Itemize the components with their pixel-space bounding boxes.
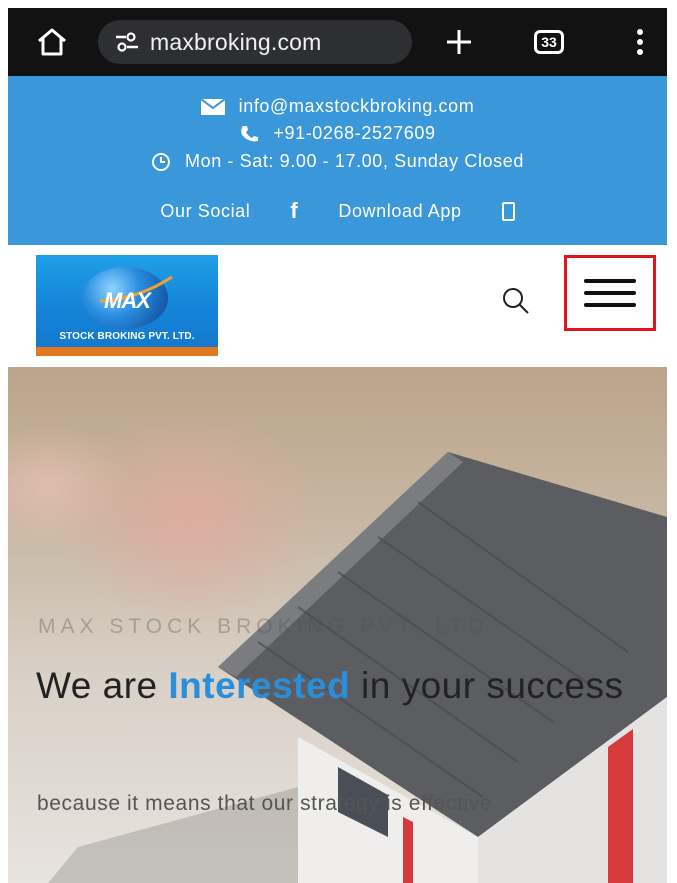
url-text: maxbroking.com: [150, 28, 322, 55]
social-row: Our Social f Download App: [8, 198, 667, 224]
hamburger-lines: [584, 271, 636, 315]
email-link[interactable]: info@maxstockbroking.com: [239, 96, 475, 117]
company-logo[interactable]: MAX STOCK BROKING PVT. LTD.: [36, 255, 218, 356]
facebook-icon[interactable]: f: [290, 198, 298, 224]
contact-bar: info@maxstockbroking.com +91-0268-252760…: [8, 76, 667, 245]
plus-icon[interactable]: [434, 8, 484, 76]
headline-post: in your success: [350, 665, 624, 706]
hero-subtitle: because it means that our strategy is ef…: [37, 792, 493, 815]
email-row: info@maxstockbroking.com: [8, 96, 667, 117]
business-hours: Mon - Sat: 9.00 - 17.00, Sunday Closed: [185, 151, 524, 171]
clock-icon: [151, 152, 171, 172]
phone-number[interactable]: +91-0268-2527609: [273, 123, 435, 144]
logo-band: [36, 347, 218, 356]
hero-eyebrow: MAX STOCK BROKING PVT. LTD.: [38, 615, 499, 638]
tab-count: 33: [534, 30, 564, 54]
download-app-link[interactable]: Download App: [338, 201, 461, 222]
headline-pre: We are: [36, 665, 169, 706]
phone-icon: [239, 124, 259, 144]
phone-app-icon[interactable]: [501, 201, 515, 221]
address-bar[interactable]: maxbroking.com: [98, 20, 412, 64]
our-social-label: Our Social: [160, 200, 251, 221]
envelope-icon: [200, 98, 225, 115]
hamburger-menu-icon[interactable]: [564, 255, 656, 331]
menu-dots-icon[interactable]: [620, 8, 660, 76]
site-settings-icon[interactable]: [114, 32, 140, 52]
site-header: MAX STOCK BROKING PVT. LTD.: [8, 245, 667, 367]
headline-accent: Interested: [168, 665, 351, 706]
browser-toolbar: maxbroking.com 33: [8, 8, 667, 76]
logo-wordmark: MAX: [104, 288, 151, 313]
phone-row: +91-0268-2527609: [8, 123, 667, 144]
tabs-icon[interactable]: 33: [526, 8, 572, 76]
search-icon[interactable]: [498, 283, 534, 319]
home-icon[interactable]: [30, 8, 74, 76]
screen: maxbroking.com 33 info@maxstockbroking.c…: [0, 0, 677, 883]
hero-headline: We are Interested in your success: [36, 667, 656, 705]
logo-tagline: STOCK BROKING PVT. LTD.: [59, 331, 195, 342]
hero-banner: MAX STOCK BROKING PVT. LTD. We are Inter…: [8, 367, 667, 883]
hours-row: Mon - Sat: 9.00 - 17.00, Sunday Closed: [8, 151, 667, 172]
